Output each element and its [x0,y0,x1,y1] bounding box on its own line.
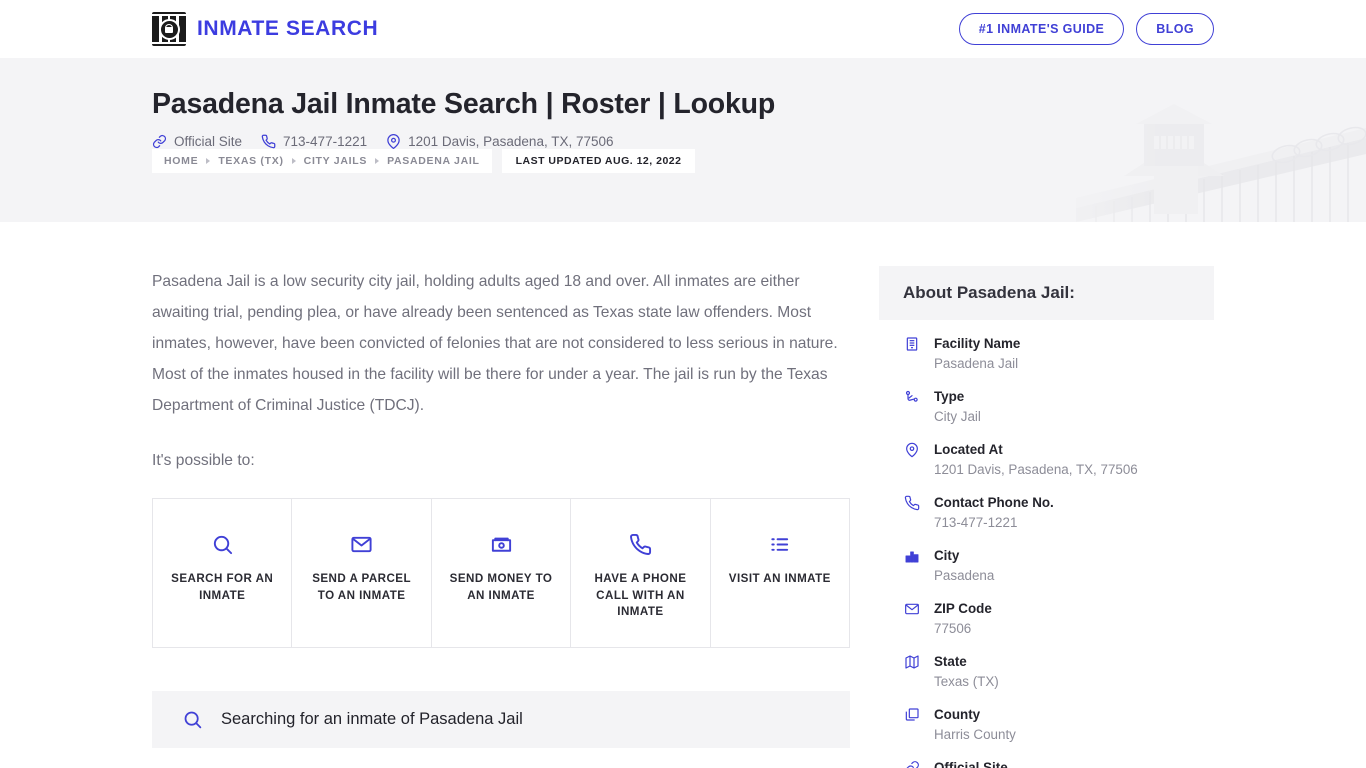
page-title: Pasadena Jail Inmate Search | Roster | L… [152,88,776,120]
breadcrumb-item-city-jails[interactable]: CITY JAILS [304,155,367,167]
sidebar-column: About Pasadena Jail: Facility Name Pasad… [879,222,1214,768]
chevron-right-icon [206,158,211,165]
action-label: VISIT AN INMATE [728,572,831,585]
field-value: City Jail [934,409,981,424]
search-section-heading: Searching for an inmate of Pasadena Jail [221,709,523,728]
link-icon [903,758,921,768]
field-value: Pasadena [934,568,995,583]
about-panel-heading: About Pasadena Jail: [879,266,1214,320]
intro-paragraph: Pasadena Jail is a low security city jai… [152,273,838,414]
breadcrumb-item-pasadena-jail[interactable]: PASADENA JAIL [387,155,480,167]
breadcrumb-item-texas[interactable]: TEXAS (TX) [218,155,283,167]
hero-banner: Pasadena Jail Inmate Search | Roster | L… [0,58,1366,222]
field-located-at: Located At 1201 Davis, Pasadena, TX, 775… [903,440,1190,480]
field-type: Type City Jail [903,387,1190,427]
phone-icon [629,531,652,557]
location-pin-icon [903,440,921,458]
location-pin-icon [386,134,401,150]
blog-button[interactable]: BLOG [1136,13,1214,45]
money-wallet-icon [490,531,513,557]
last-updated-badge: LAST UPDATED AUG. 12, 2022 [501,149,696,174]
action-label: SEND A PARCEL TO AN INMATE [312,572,412,602]
chevron-right-icon [375,158,380,165]
phone-meta[interactable]: 713-477-1221 [261,134,367,149]
address-meta: 1201 Davis, Pasadena, TX, 77506 [386,134,614,150]
envelope-icon [350,531,373,557]
action-label: SEARCH FOR AN INMATE [171,572,274,602]
field-value: 77506 [934,621,972,636]
hero-meta-row: Official Site 713-477-1221 1201 Davis, P… [152,134,1214,150]
phone-icon [261,134,276,149]
action-card-send-money[interactable]: SEND MONEY TO AN INMATE [432,499,572,647]
breadcrumb: HOME TEXAS (TX) CITY JAILS PASADENA JAIL [152,149,492,174]
field-value: 713-477-1221 [934,515,1018,530]
field-zip-code: ZIP Code 77506 [903,599,1190,639]
address-text: 1201 Davis, Pasadena, TX, 77506 [408,134,614,150]
field-label: Official Site [934,760,1008,768]
inmates-guide-button[interactable]: #1 INMATE'S GUIDE [958,13,1125,45]
about-facility-panel: About Pasadena Jail: Facility Name Pasad… [879,266,1214,768]
action-cards-row: SEARCH FOR AN INMATE SEND A PARCEL TO AN… [152,498,850,648]
search-icon [211,531,234,557]
brand-logo-link[interactable]: INMATE SEARCH [152,12,378,46]
main-content-column: Pasadena Jail is a low security city jai… [152,222,850,748]
layers-icon [903,705,921,723]
possible-to-label: It's possible to: [152,452,255,469]
brand-name: INMATE SEARCH [197,17,379,40]
field-label: State [934,654,967,669]
action-label: SEND MONEY TO AN INMATE [449,572,553,602]
field-value: Harris County [934,727,1016,742]
field-label: City [934,548,960,563]
field-label: ZIP Code [934,601,992,616]
field-city: City Pasadena [903,546,1190,586]
field-label: County [934,707,981,722]
field-value: Pasadena Jail [934,356,1019,371]
link-icon [152,134,167,149]
field-facility-name: Facility Name Pasadena Jail [903,334,1190,374]
field-label: Contact Phone No. [934,495,1054,510]
chevron-right-icon [291,158,296,165]
map-icon [903,652,921,670]
action-card-phone-call[interactable]: HAVE A PHONE CALL WITH AN INMATE [571,499,711,647]
building-icon [903,334,921,352]
action-card-visit-an-inmate[interactable]: VISIT AN INMATE [711,499,849,647]
field-contact-phone: Contact Phone No. 713-477-1221 [903,493,1190,533]
action-label: HAVE A PHONE CALL WITH AN INMATE [594,572,687,618]
about-panel-fields: Facility Name Pasadena Jail Type City Ja… [879,320,1214,768]
node-type-icon [903,387,921,405]
field-official-site[interactable]: Official Site http://www.ci.pasadena.tx.… [903,758,1190,768]
official-site-label: Official Site [174,134,243,150]
field-label: Located At [934,442,1003,457]
breadcrumb-item-home[interactable]: HOME [164,155,198,167]
inmate-search-section-header[interactable]: Searching for an inmate of Pasadena Jail [152,690,850,748]
field-state: State Texas (TX) [903,652,1190,692]
phone-icon [903,493,921,511]
city-icon [903,546,921,564]
official-site-meta[interactable]: Official Site [152,134,242,149]
page-body: Pasadena Jail is a low security city jai… [0,222,1366,768]
action-card-search-for-an-inmate[interactable]: SEARCH FOR AN INMATE [153,499,293,647]
jail-lock-icon [152,12,186,46]
envelope-icon [903,599,921,617]
search-icon [182,709,203,730]
action-card-send-a-parcel[interactable]: SEND A PARCEL TO AN INMATE [292,499,432,647]
field-county: County Harris County [903,705,1190,745]
top-navigation-bar: INMATE SEARCH #1 INMATE'S GUIDE BLOG [0,0,1366,58]
phone-number: 713-477-1221 [283,134,368,150]
nav-actions: #1 INMATE'S GUIDE BLOG [958,13,1214,45]
field-value: 1201 Davis, Pasadena, TX, 77506 [934,462,1138,477]
field-label: Type [934,389,965,404]
field-value: Texas (TX) [934,674,999,689]
field-label: Facility Name [934,336,1021,351]
list-icon [768,531,791,557]
